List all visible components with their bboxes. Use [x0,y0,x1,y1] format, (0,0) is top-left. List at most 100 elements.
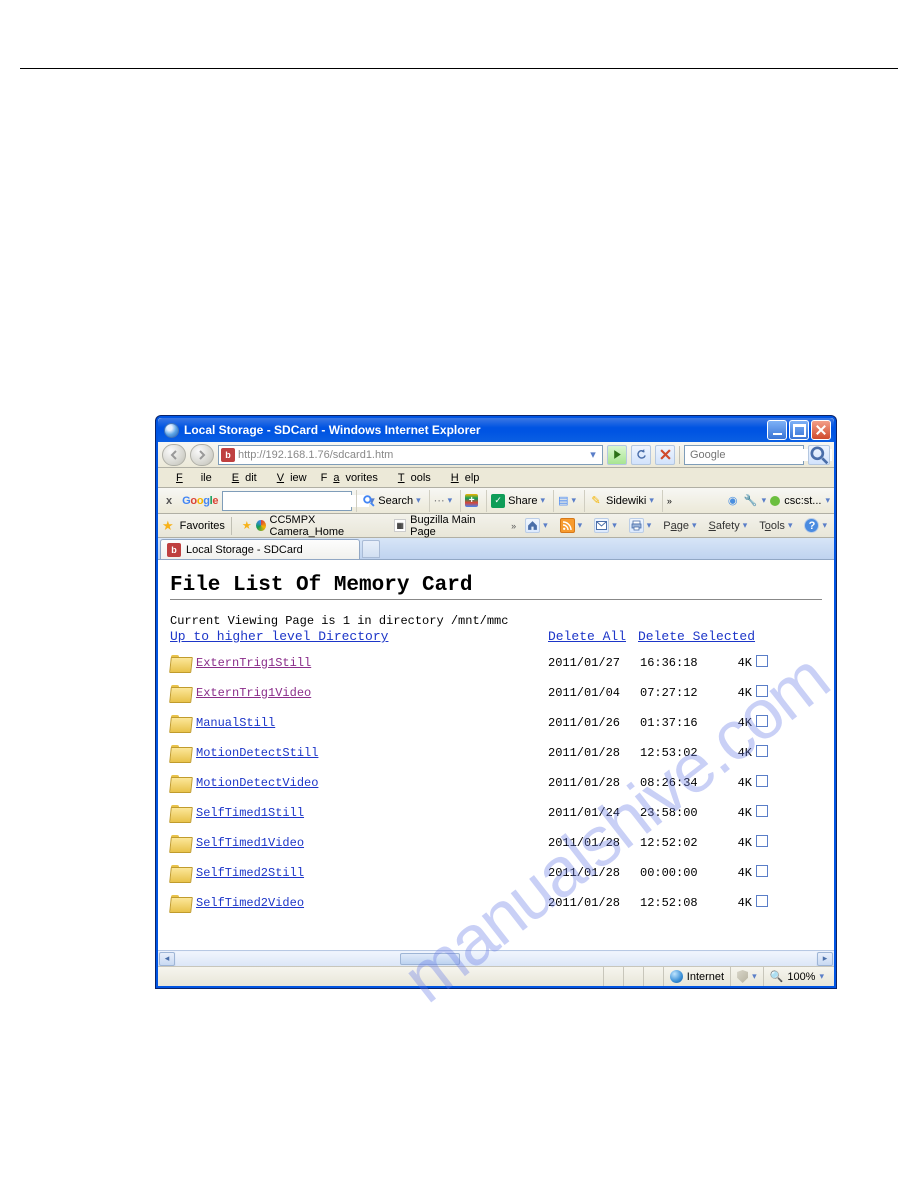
scroll-thumb[interactable] [400,953,460,965]
refresh-button[interactable] [631,445,651,465]
browser-search-box[interactable] [684,445,804,465]
folder-icon [170,774,192,792]
favorites-star-icon[interactable]: ★ [162,518,174,534]
google-share-button[interactable]: ✓Share▾ [486,490,549,512]
search-button[interactable] [808,445,830,465]
file-name-link[interactable]: ExternTrig1Video [196,686,311,700]
select-checkbox[interactable] [756,685,768,697]
up-directory-link[interactable]: Up to higher level Directory [170,629,388,644]
tab-active[interactable]: b Local Storage - SDCard [160,539,360,559]
favorites-label[interactable]: Favorites [180,520,225,532]
select-checkbox[interactable] [756,895,768,907]
select-checkbox[interactable] [756,835,768,847]
menu-favorites[interactable]: Favorites [315,471,384,485]
page-top-rule [20,68,898,69]
wrench-icon[interactable]: 🔧 [744,494,758,508]
file-name-link[interactable]: SelfTimed1Video [196,836,304,850]
cmd-feeds-button[interactable]: ▾ [557,518,586,533]
dropdown-icon[interactable]: ▾ [825,495,830,506]
google-more-button[interactable]: ⋯▾ [429,490,457,512]
menu-help[interactable]: Help [439,471,486,485]
cmd-tools-button[interactable]: Tools▾ [756,520,795,532]
scroll-right-button[interactable]: ▸ [817,952,833,966]
home-icon [525,518,540,533]
cmd-mail-button[interactable]: ▾ [591,518,620,533]
file-name-link[interactable]: ManualStill [196,716,275,730]
folder-icon [170,834,192,852]
separator [679,446,680,464]
select-checkbox[interactable] [756,805,768,817]
file-name-link[interactable]: SelfTimed1Still [196,806,304,820]
share-icon: ✓ [491,494,505,508]
google-search-box[interactable]: ▾ [222,491,352,511]
select-checkbox[interactable] [756,655,768,667]
favorites-bar: ★ Favorites ★ CC5MPX Camera_Home ▦ Bugzi… [158,514,834,538]
file-list: ExternTrig1Still2011/01/2716:36:184KExte… [170,648,822,918]
horizontal-scrollbar[interactable]: ◂ ▸ [158,950,834,966]
select-checkbox[interactable] [756,745,768,757]
page-heading: File List Of Memory Card [170,574,822,597]
minimize-button[interactable] [767,420,787,440]
cmd-safety-button[interactable]: Safety▾ [706,520,751,532]
menu-view[interactable]: View [265,471,313,485]
delete-selected-link[interactable]: Delete Selected [638,629,755,644]
select-checkbox[interactable] [756,775,768,787]
status-protected-mode[interactable]: ▾ [730,967,763,986]
file-name-link[interactable]: ExternTrig1Still [196,656,311,670]
file-row: SelfTimed2Still2011/01/2800:00:004K [170,858,822,888]
status-zone[interactable]: Internet [663,967,730,986]
cmd-home-button[interactable]: ▾ [522,518,551,533]
folder-icon [170,804,192,822]
menu-tools[interactable]: Tools [386,471,437,485]
file-size: 4K [722,656,756,670]
dropdown-icon[interactable]: ▾ [762,495,767,506]
favorites-link-label: Bugzilla Main Page [410,514,495,538]
stop-button[interactable] [655,445,675,465]
select-checkbox[interactable] [756,865,768,877]
file-name-link[interactable]: MotionDetectVideo [196,776,318,790]
favorites-link-bugzilla[interactable]: ▦ Bugzilla Main Page [390,516,499,536]
address-bar[interactable]: b ▾ [218,445,603,465]
current-path-text: Current Viewing Page is 1 in directory /… [170,614,822,628]
delete-all-link[interactable]: Delete All [548,629,626,644]
go-button[interactable] [607,445,627,465]
menu-edit[interactable]: Edit [220,471,263,485]
cmd-help-button[interactable]: ?▾ [801,518,830,533]
file-time: 00:00:00 [640,866,722,880]
folder-icon [170,894,192,912]
google-search-button[interactable]: Search▾ [356,490,424,512]
forward-button[interactable] [190,444,214,466]
maximize-button[interactable] [789,420,809,440]
new-tab-button[interactable] [362,540,380,558]
file-size: 4K [722,716,756,730]
file-name-link[interactable]: SelfTimed2Still [196,866,304,880]
file-name-link[interactable]: SelfTimed2Video [196,896,304,910]
file-name-link[interactable]: MotionDetectStill [196,746,318,760]
chevron-more-button[interactable]: » [662,490,676,512]
favorites-link-camera[interactable]: ★ CC5MPX Camera_Home [238,516,384,536]
file-row: ExternTrig1Video2011/01/0407:27:124K [170,678,822,708]
cmd-page-button[interactable]: Page▾ [660,520,699,532]
google-bookmark-button[interactable]: ▤▾ [553,490,580,512]
google-logo-icon: Google [182,495,218,507]
search-label: Search [378,495,413,507]
select-checkbox[interactable] [756,715,768,727]
back-button[interactable] [162,444,186,466]
title-bar: Local Storage - SDCard - Windows Interne… [158,418,834,442]
google-search-input[interactable] [223,495,369,507]
menu-file[interactable]: File [164,471,218,485]
close-button[interactable] [811,420,831,440]
file-date: 2011/01/27 [548,656,640,670]
scroll-track[interactable] [176,952,816,966]
google-plus-button[interactable]: + [460,490,482,512]
file-time: 12:52:02 [640,836,722,850]
mail-icon [594,518,609,533]
cmd-print-button[interactable]: ▾ [626,518,655,533]
google-sidewiki-button[interactable]: ✎Sidewiki▾ [584,490,658,512]
address-input[interactable] [238,449,586,461]
scroll-left-button[interactable]: ◂ [159,952,175,966]
chevron-more-button[interactable]: » [511,521,516,531]
status-zoom[interactable]: 🔍100%▾ [763,967,830,986]
address-dropdown-icon[interactable]: ▾ [586,448,600,461]
toolbar-close-icon[interactable]: x [162,495,176,507]
